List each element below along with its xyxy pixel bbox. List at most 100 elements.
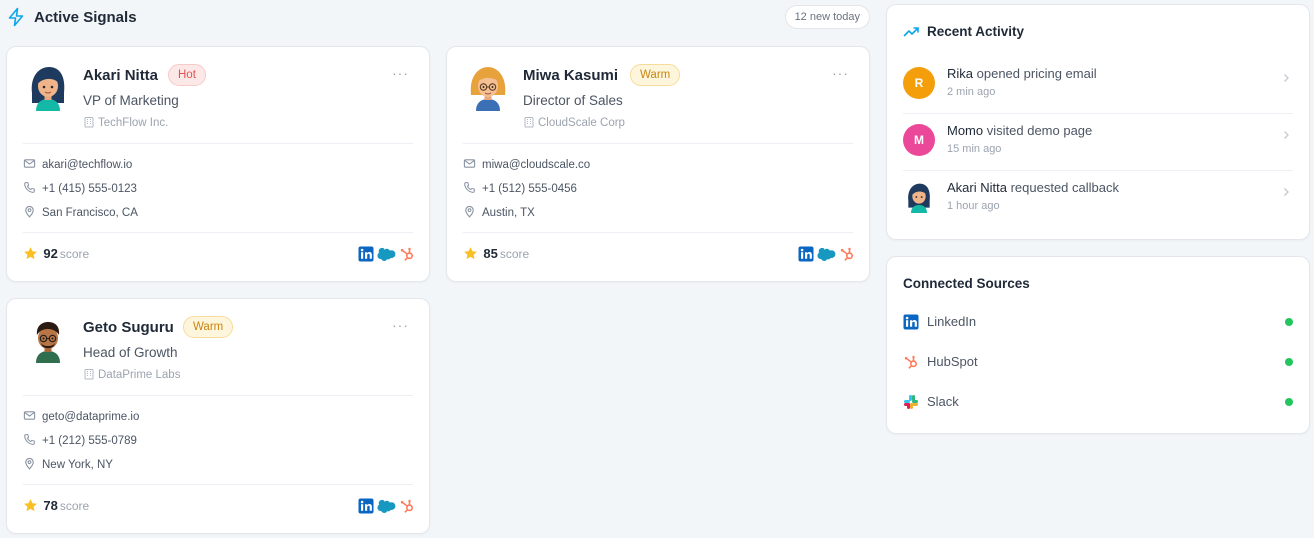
score-value: 92 — [43, 246, 58, 261]
salesforce-icon[interactable] — [377, 247, 396, 266]
contact-phone[interactable]: +1 (415) 555-0123 — [23, 181, 137, 195]
mail-icon — [463, 157, 476, 170]
star-icon — [463, 246, 478, 261]
activity-item[interactable]: Akari Nitta requested callback 1 hour ag… — [887, 171, 1309, 228]
more-options-button[interactable]: ··· — [392, 65, 409, 81]
source-item-slack[interactable]: Slack — [903, 392, 1293, 412]
contact-location: San Francisco, CA — [23, 205, 138, 219]
source-icons — [355, 498, 415, 519]
activity-action: requested callback — [1010, 180, 1119, 195]
company-name: DataPrime Labs — [98, 369, 181, 381]
status-badge: Hot — [168, 64, 206, 86]
lead-score: 92 score — [23, 246, 89, 261]
activity-person: Akari Nitta — [947, 180, 1007, 195]
connected-sources-panel: Connected Sources LinkedIn HubSpot Slack — [886, 256, 1310, 434]
chevron-right-icon — [1281, 187, 1291, 197]
contact-phone[interactable]: +1 (212) 555-0789 — [23, 433, 137, 447]
contact-email[interactable]: akari@techflow.io — [23, 157, 132, 171]
linkedin-icon[interactable] — [798, 246, 814, 267]
panel-title: Connected Sources — [903, 276, 1030, 291]
avatar: R — [903, 67, 935, 99]
contact-name[interactable]: Geto Suguru — [83, 319, 174, 336]
building-icon — [83, 116, 95, 128]
location-text: New York, NY — [42, 459, 113, 471]
avatar — [903, 181, 935, 213]
activity-time: 15 min ago — [947, 143, 1002, 155]
contact-name[interactable]: Miwa Kasumi — [523, 67, 618, 84]
phone-text: +1 (212) 555-0789 — [42, 435, 137, 447]
location-pin-icon — [23, 205, 36, 218]
trending-up-icon — [903, 27, 919, 37]
more-options-button[interactable]: ··· — [832, 65, 849, 81]
source-label: HubSpot — [927, 354, 978, 369]
source-item-linkedin[interactable]: LinkedIn — [903, 312, 1293, 332]
activity-person: Rika — [947, 66, 974, 81]
signal-card[interactable]: Geto Suguru Warm ··· Head of Growth Data… — [6, 298, 430, 534]
status-badge: Warm — [630, 64, 681, 86]
building-icon — [83, 368, 95, 380]
more-options-button[interactable]: ··· — [392, 317, 409, 333]
phone-text: +1 (512) 555-0456 — [482, 183, 577, 195]
divider — [23, 484, 413, 485]
score-label: score — [59, 499, 90, 513]
activity-text: Momo visited demo page — [947, 123, 1092, 138]
hubspot-icon — [903, 354, 919, 370]
divider — [23, 395, 413, 396]
contact-name[interactable]: Akari Nitta — [83, 67, 158, 84]
score-label: score — [59, 247, 90, 261]
connected-status-dot — [1285, 318, 1293, 326]
activity-action: visited demo page — [986, 123, 1093, 138]
salesforce-icon[interactable] — [377, 499, 396, 518]
phone-icon — [463, 181, 476, 194]
activity-person: Momo — [947, 123, 984, 138]
company-name: CloudScale Corp — [538, 117, 625, 129]
contact-email[interactable]: geto@dataprime.io — [23, 409, 139, 423]
location-text: Austin, TX — [482, 207, 535, 219]
star-icon — [23, 246, 38, 261]
divider — [463, 143, 853, 144]
contact-company: DataPrime Labs — [83, 368, 180, 381]
source-label: LinkedIn — [927, 314, 977, 329]
lead-score: 78 score — [23, 498, 89, 513]
activity-time: 1 hour ago — [947, 200, 1000, 212]
salesforce-icon[interactable] — [817, 247, 836, 266]
activity-item[interactable]: R Rika opened pricing email 2 min ago — [887, 57, 1309, 114]
location-pin-icon — [463, 205, 476, 218]
hubspot-icon[interactable] — [399, 498, 415, 519]
contact-email[interactable]: miwa@cloudscale.co — [463, 157, 590, 171]
contact-role: Head of Growth — [83, 345, 178, 360]
location-text: San Francisco, CA — [42, 207, 138, 219]
score-value: 85 — [483, 246, 498, 261]
avatar — [24, 315, 72, 363]
signal-card[interactable]: Miwa Kasumi Warm ··· Director of Sales C… — [446, 46, 870, 282]
activity-item[interactable]: M Momo visited demo page 15 min ago — [887, 114, 1309, 171]
linkedin-icon[interactable] — [358, 246, 374, 267]
signal-card[interactable]: Akari Nitta Hot ··· VP of Marketing Tech… — [6, 46, 430, 282]
contact-role: Director of Sales — [523, 93, 623, 108]
avatar — [464, 63, 512, 111]
slack-icon — [904, 395, 918, 409]
email-text: akari@techflow.io — [42, 159, 133, 171]
source-item-hubspot[interactable]: HubSpot — [903, 352, 1293, 372]
contact-role: VP of Marketing — [83, 93, 179, 108]
linkedin-icon[interactable] — [358, 498, 374, 519]
chevron-right-icon — [1281, 130, 1291, 140]
divider — [23, 232, 413, 233]
contact-location: Austin, TX — [463, 205, 535, 219]
star-icon — [23, 498, 38, 513]
contact-phone[interactable]: +1 (512) 555-0456 — [463, 181, 577, 195]
bolt-icon — [8, 7, 24, 27]
active-signals-header: Active Signals 12 new today — [6, 4, 870, 32]
chevron-right-icon — [1281, 73, 1291, 83]
divider — [23, 143, 413, 144]
company-name: TechFlow Inc. — [98, 117, 169, 129]
hubspot-icon[interactable] — [839, 246, 855, 267]
source-label: Slack — [927, 394, 959, 409]
connected-status-dot — [1285, 398, 1293, 406]
hubspot-icon[interactable] — [399, 246, 415, 267]
phone-icon — [23, 433, 36, 446]
activity-text: Akari Nitta requested callback — [947, 180, 1119, 195]
score-label: score — [499, 247, 530, 261]
activity-action: opened pricing email — [976, 66, 1097, 81]
phone-icon — [23, 181, 36, 194]
